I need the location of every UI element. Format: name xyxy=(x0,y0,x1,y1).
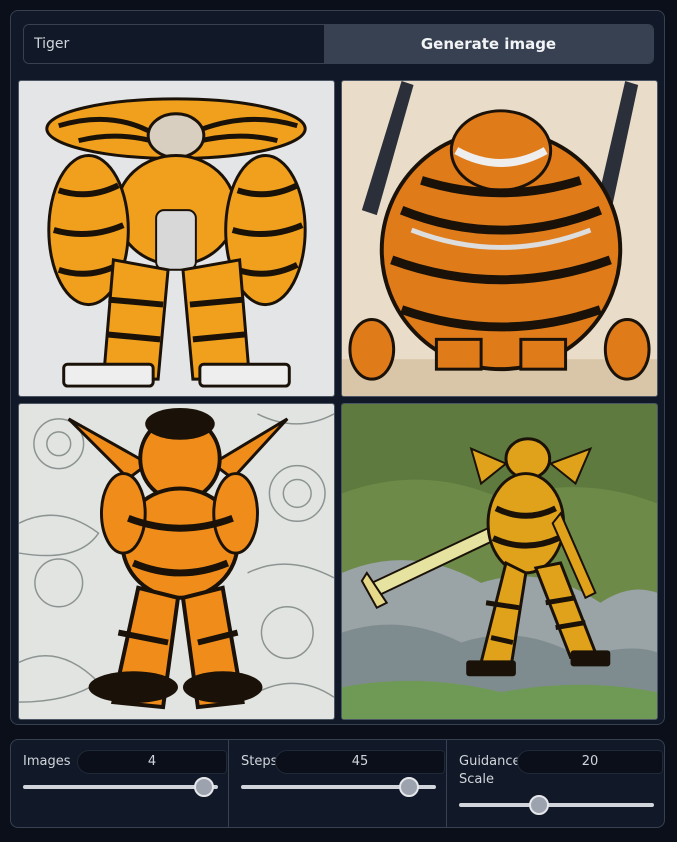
guidance-scale-slider-thumb[interactable] xyxy=(528,795,549,815)
prompt-row: Generate image xyxy=(23,24,654,64)
tiger-mech-image-icon xyxy=(19,404,334,719)
generated-image-4[interactable] xyxy=(341,403,658,720)
guidance-scale-control: Guidance Scale 20 xyxy=(447,740,664,827)
guidance-scale-value-input[interactable]: 20 xyxy=(517,750,663,774)
steps-label: Steps xyxy=(241,754,278,769)
steps-slider[interactable] xyxy=(241,777,436,797)
settings-controls: Images 4 Steps 45 Guidance Scale 20 xyxy=(10,739,665,828)
steps-control: Steps 45 xyxy=(229,740,447,827)
guidance-scale-slider[interactable] xyxy=(459,795,654,815)
image-gallery xyxy=(18,80,659,720)
prompt-input[interactable] xyxy=(24,25,324,63)
generated-image-2[interactable] xyxy=(341,80,658,397)
generation-panel: Generate image xyxy=(10,10,665,725)
generated-image-1[interactable] xyxy=(18,80,335,397)
generated-image-3[interactable] xyxy=(18,403,335,720)
steps-value-input[interactable]: 45 xyxy=(275,750,445,774)
images-label: Images xyxy=(23,754,71,769)
tiger-mech-image-icon xyxy=(342,404,657,719)
tiger-mech-image-icon xyxy=(342,81,657,396)
images-slider[interactable] xyxy=(23,777,218,797)
generate-image-button[interactable]: Generate image xyxy=(324,25,653,63)
images-value-input[interactable]: 4 xyxy=(77,750,227,774)
images-control: Images 4 xyxy=(11,740,229,827)
images-slider-thumb[interactable] xyxy=(194,777,215,797)
tiger-mech-image-icon xyxy=(19,81,334,396)
steps-slider-thumb[interactable] xyxy=(398,777,419,797)
